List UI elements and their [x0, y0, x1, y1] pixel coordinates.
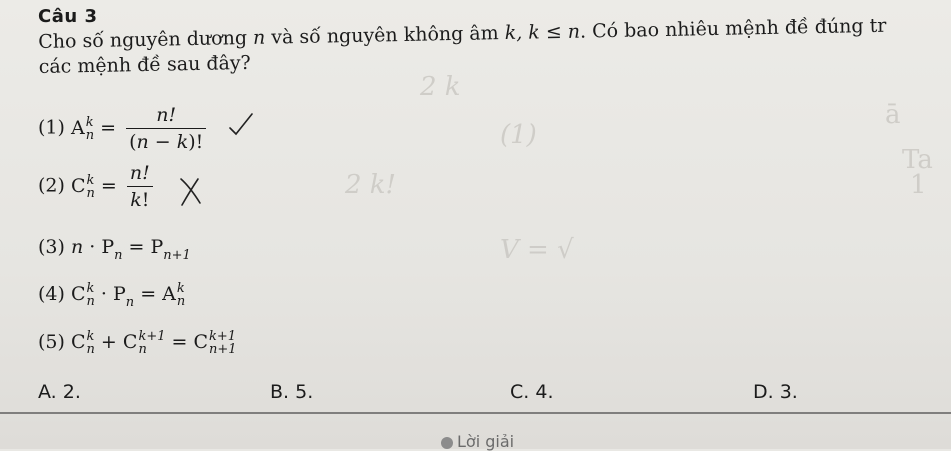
solution-heading: Lời giải [441, 432, 514, 451]
statement-label: (4) [38, 283, 65, 305]
bleed-through-mark: 1 [910, 170, 927, 200]
stem-condition: k, k ≤ n [504, 20, 581, 45]
bleed-through-mark: (1) [500, 120, 537, 150]
statement-label: (1) [38, 116, 65, 139]
statement-1: (1) Akn = n! (n − k)! [38, 104, 210, 153]
option-value: 5. [295, 381, 314, 403]
statement-formula: Ckn · Pn = Akn [70, 281, 186, 310]
statement-label: (2) [38, 174, 65, 197]
option-a[interactable]: A. 2. [38, 381, 81, 403]
check-mark-icon [229, 113, 253, 136]
option-value: 2. [62, 381, 81, 403]
solution-label: Lời giải [457, 432, 515, 451]
stem-var-n: n [252, 26, 266, 49]
option-c[interactable]: C. 4. [510, 381, 554, 403]
statement-4: (4) Ckn · Pn = Akn [38, 281, 186, 310]
option-d[interactable]: D. 3. [753, 381, 798, 403]
bleed-through-mark: 2 k [420, 72, 461, 102]
option-value: 4. [535, 381, 554, 403]
stem-text: . Có bao nhiêu mệnh đề đúng tr [579, 14, 887, 43]
option-letter: B. [270, 381, 290, 403]
statement-formula: Akn = n! (n − k)! [71, 104, 210, 153]
statement-formula: Ckn + Ck+1 n = Ck+1 n+1 [70, 329, 237, 357]
bleed-through-mark: 2 k! [345, 170, 397, 200]
bleed-through-mark: V = √ [500, 235, 574, 265]
option-letter: C. [510, 381, 530, 403]
statement-formula: Ckn = n! k! [71, 162, 157, 211]
option-letter: A. [38, 381, 57, 403]
statement-label: (3) [38, 236, 65, 258]
question-title: Câu 3 [38, 6, 98, 27]
statement-label: (5) [38, 331, 65, 353]
stem-text: Cho số nguyên dương [38, 26, 254, 53]
stem-text: và số nguyên không âm [265, 22, 505, 49]
section-divider [0, 412, 951, 414]
statement-5: (5) Ckn + Ck+1 n = Ck+1 n+1 [38, 330, 237, 356]
solution-icon [441, 436, 453, 449]
statement-3: (3) n · Pn = Pn+1 [38, 236, 191, 263]
statement-2: (2) Ckn = n! k! [38, 162, 157, 211]
bleed-through-mark: ā [885, 100, 901, 130]
option-b[interactable]: B. 5. [270, 381, 313, 403]
cross-mark-icon [180, 178, 201, 206]
option-value: 3. [779, 381, 798, 403]
option-letter: D. [753, 381, 774, 403]
statement-formula: n · Pn = Pn+1 [70, 236, 191, 263]
